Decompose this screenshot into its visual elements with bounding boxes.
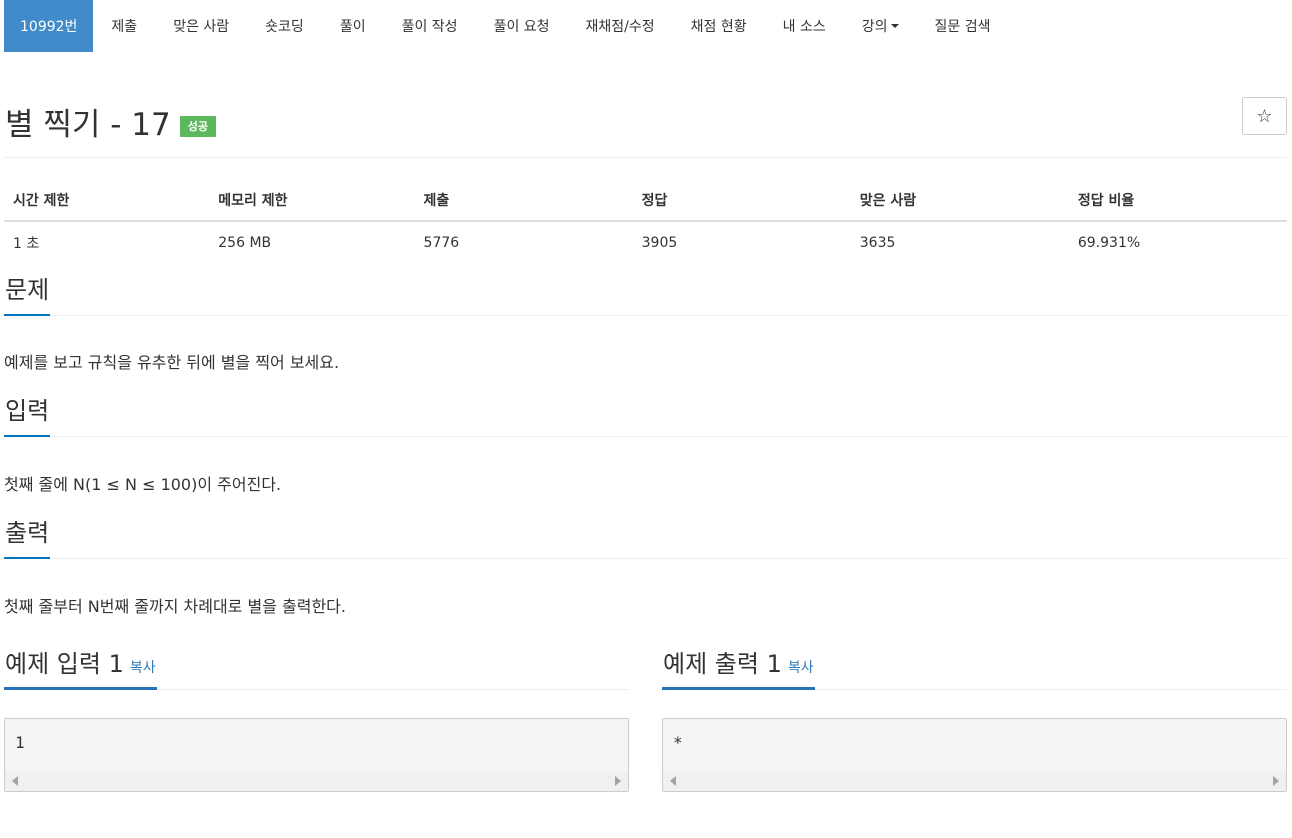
nav-solutions[interactable]: 풀이 <box>322 0 384 52</box>
section-title-input: 입력 <box>4 397 51 437</box>
problem-title-row: 별 찍기 - 17 성공 ☆ <box>4 52 1287 158</box>
horizontal-scrollbar[interactable] <box>5 771 628 791</box>
scroll-left-icon[interactable] <box>670 776 676 786</box>
nav-short-coding[interactable]: 숏코딩 <box>247 0 322 52</box>
sample-head: 예제 출력 1 복사 <box>662 637 1287 690</box>
nav-question-search[interactable]: 질문 검색 <box>917 0 1009 52</box>
nav-lectures-dropdown[interactable]: 강의 <box>844 0 917 52</box>
sample-input-title: 예제 입력 1 복사 <box>4 650 157 690</box>
problem-description-text: 예제를 보고 규칙을 유추한 뒤에 별을 찍어 보세요. <box>4 353 340 372</box>
info-ratio: 69.931% <box>1077 235 1141 251</box>
info-header-row: 시간 제한 메모리 제한 제출 정답 맞은 사람 정답 비율 <box>4 180 1287 222</box>
horizontal-scrollbar[interactable] <box>663 771 1286 791</box>
sample-output-box[interactable]: * <box>662 718 1287 792</box>
info-correct: 3905 <box>641 235 678 251</box>
caret-down-icon <box>890 24 899 28</box>
section-head: 문제 <box>4 271 1287 316</box>
info-submissions: 5776 <box>423 235 460 251</box>
info-header-submissions: 제출 <box>414 180 633 222</box>
section-head: 출력 <box>4 514 1287 559</box>
problem-nav: 10992번 제출 맞은 사람 숏코딩 풀이 풀이 작성 풀이 요청 재채점/수… <box>4 0 1287 52</box>
nav-rejudge[interactable]: 재채점/수정 <box>568 0 673 52</box>
scroll-left-icon[interactable] <box>12 776 18 786</box>
problem-page: 10992번 제출 맞은 사람 숏코딩 풀이 풀이 작성 풀이 요청 재채점/수… <box>0 0 1292 838</box>
info-accepted-users: 3635 <box>859 235 896 251</box>
info-header-correct: 정답 <box>632 180 851 222</box>
sample-output-title: 예제 출력 1 복사 <box>662 650 815 690</box>
section-title-output: 출력 <box>4 519 51 559</box>
copy-sample-output-link[interactable]: 복사 <box>788 660 814 676</box>
favorite-star-button[interactable]: ☆ <box>1242 97 1287 135</box>
nav-lectures-label: 강의 <box>861 19 888 35</box>
copy-sample-input-link[interactable]: 복사 <box>130 660 156 676</box>
star-icon: ☆ <box>1256 105 1273 127</box>
section-title-problem: 문제 <box>4 276 51 316</box>
section-head: 입력 <box>4 392 1287 437</box>
sample-head: 예제 입력 1 복사 <box>4 637 629 690</box>
info-header-ratio: 정답 비율 <box>1068 180 1287 222</box>
scroll-right-icon[interactable] <box>615 776 621 786</box>
nav-accepted-users[interactable]: 맞은 사람 <box>155 0 247 52</box>
problem-description-section: 문제 예제를 보고 규칙을 유추한 뒤에 별을 찍어 보세요. <box>4 271 1287 373</box>
nav-request-solution[interactable]: 풀이 요청 <box>476 0 568 52</box>
info-time-limit: 1 초 <box>13 236 40 252</box>
status-badge: 성공 <box>179 116 217 137</box>
sample-output-content: * <box>673 733 683 752</box>
input-section: 입력 첫째 줄에 N(1 ≤ N ≤ 100)이 주어진다. <box>4 392 1287 495</box>
nav-problem-number[interactable]: 10992번 <box>4 0 94 52</box>
problem-info-table: 시간 제한 메모리 제한 제출 정답 맞은 사람 정답 비율 1 초 256 M… <box>4 180 1287 264</box>
problem-title: 별 찍기 - 17 성공 <box>5 99 217 144</box>
nav-status[interactable]: 채점 현황 <box>673 0 765 52</box>
sample-input-title-text: 예제 입력 1 <box>5 650 124 679</box>
sample-input-content: 1 <box>15 733 25 752</box>
info-value-row: 1 초 256 MB 5776 3905 3635 69.931% <box>4 221 1287 264</box>
samples-row: 예제 입력 1 복사 1 예제 출력 1 복사 * <box>4 637 1287 792</box>
sample-output-panel: 예제 출력 1 복사 * <box>662 637 1287 792</box>
info-memory-limit: 256 MB <box>218 235 272 251</box>
nav-submit[interactable]: 제출 <box>93 0 155 52</box>
sample-input-panel: 예제 입력 1 복사 1 <box>4 637 629 792</box>
info-header-time: 시간 제한 <box>4 180 210 222</box>
nav-write-solution[interactable]: 풀이 작성 <box>384 0 476 52</box>
info-header-accepted-users: 맞은 사람 <box>850 180 1069 222</box>
output-section: 출력 첫째 줄부터 N번째 줄까지 차례대로 별을 출력한다. <box>4 514 1287 617</box>
sample-output-title-text: 예제 출력 1 <box>663 650 782 679</box>
input-description-text: 첫째 줄에 N(1 ≤ N ≤ 100)이 주어진다. <box>4 475 282 494</box>
nav-my-source[interactable]: 내 소스 <box>765 0 844 52</box>
problem-title-text: 별 찍기 - 17 <box>5 107 171 143</box>
output-description-text: 첫째 줄부터 N번째 줄까지 차례대로 별을 출력한다. <box>4 597 346 616</box>
sample-input-box[interactable]: 1 <box>4 718 629 792</box>
info-header-memory: 메모리 제한 <box>209 180 415 222</box>
scroll-right-icon[interactable] <box>1273 776 1279 786</box>
